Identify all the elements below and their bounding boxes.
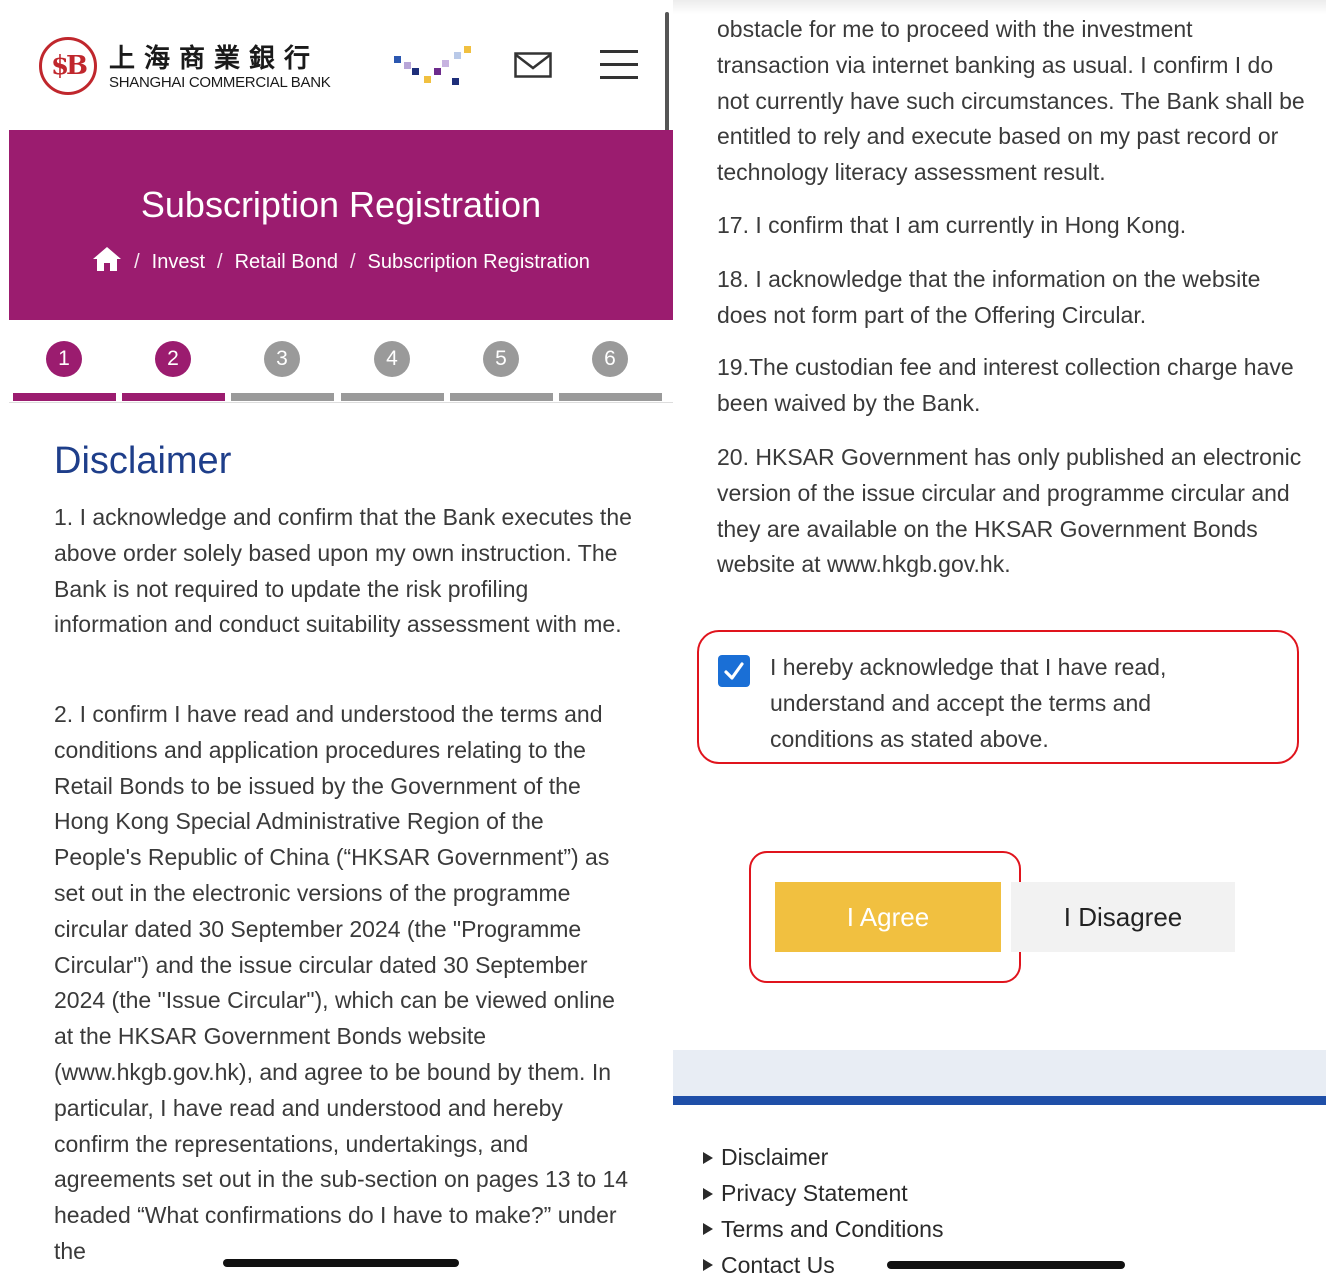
left-pane: $B 上海商業銀行 SHANGHAI COMMERCIAL BANK Subsc… (9, 12, 673, 1277)
bank-logo-english[interactable]: SHANGHAI COMMERCIAL BANK (109, 74, 331, 91)
step-progress-bar (341, 393, 444, 401)
step-4: 4 (341, 332, 444, 402)
bank-logo-chinese[interactable]: 上海商業銀行 (109, 38, 319, 75)
breadcrumb-separator: / (217, 250, 223, 273)
breadcrumb-retail-bond-link[interactable]: Retail Bond (235, 251, 338, 274)
step-number: 2 (155, 341, 191, 377)
home-indicator (223, 1259, 459, 1267)
acknowledge-label[interactable]: I hereby acknowledge that I have read, u… (770, 650, 1220, 757)
disclaimer-paragraph-16-continued: obstacle for me to proceed with the inve… (717, 16, 1305, 186)
disagree-button[interactable]: I Disagree (1011, 882, 1235, 952)
disclaimer-paragraph-19: 19.The custodian fee and interest collec… (717, 354, 1294, 416)
step-6: 6 (559, 332, 662, 402)
triangle-right-icon (703, 1223, 713, 1236)
agree-button[interactable]: I Agree (775, 882, 1001, 952)
checkmark-icon (724, 662, 744, 680)
step-number: 6 (592, 341, 628, 377)
breadcrumb-separator: / (349, 250, 356, 273)
breadcrumb-invest-link[interactable]: Invest (152, 251, 205, 274)
triangle-right-icon (703, 1151, 713, 1164)
decorative-pixels-icon (394, 46, 474, 86)
footer-link-label: Privacy Statement (721, 1180, 908, 1207)
home-indicator (887, 1261, 1125, 1269)
step-number: 4 (374, 341, 410, 377)
top-bar: $B 上海商業銀行 SHANGHAI COMMERCIAL BANK (9, 12, 673, 130)
breadcrumb: / Invest / Retail Bond / Subscription Re… (9, 246, 673, 278)
footer-band (673, 1050, 1326, 1096)
progress-stepper: 1 2 3 4 5 6 (9, 332, 673, 402)
disclaimer-paragraph-17: 17. I confirm that I am currently in Hon… (717, 212, 1187, 238)
step-3: 3 (231, 332, 334, 402)
stepper-divider (9, 402, 673, 403)
step-progress-bar (231, 393, 334, 401)
hamburger-menu-icon[interactable] (600, 50, 638, 80)
footer-rule (673, 1096, 1326, 1105)
disclaimer-paragraph-18: 18. I acknowledge that the information o… (717, 266, 1261, 328)
step-1: 1 (13, 332, 116, 402)
page-hero-banner: Subscription Registration / Invest / Ret… (9, 130, 673, 320)
step-progress-bar (13, 393, 116, 401)
step-progress-bar (450, 393, 553, 401)
footer-link-label: Contact Us (721, 1251, 835, 1277)
footer-links: Disclaimer Privacy Statement Terms and C… (703, 1140, 943, 1277)
footer-link-label: Terms and Conditions (721, 1215, 944, 1242)
page-title: Subscription Registration (140, 184, 542, 225)
triangle-right-icon (703, 1259, 713, 1272)
disclaimer-heading: Disclaimer (54, 440, 232, 482)
footer-link-disclaimer[interactable]: Disclaimer (703, 1140, 943, 1176)
footer-link-terms[interactable]: Terms and Conditions (703, 1212, 943, 1248)
triangle-right-icon (703, 1187, 713, 1200)
step-progress-bar (122, 393, 225, 401)
breadcrumb-current-page: Subscription Registration (367, 250, 590, 273)
bank-logo-seal[interactable]: $B (39, 37, 97, 95)
mail-icon[interactable] (514, 52, 552, 78)
step-2: 2 (122, 332, 225, 402)
step-number: 5 (483, 341, 519, 377)
disclaimer-paragraph-2: 2. I confirm I have read and understood … (54, 701, 629, 1264)
right-pane: obstacle for me to proceed with the inve… (673, 0, 1326, 1277)
step-progress-bar (559, 393, 662, 401)
disclaimer-paragraph-20: 20. HKSAR Government has only published … (717, 444, 1302, 578)
disclaimer-paragraph-1: 1. I acknowledge and confirm that the Ba… (54, 504, 632, 638)
step-5: 5 (450, 332, 553, 402)
home-icon[interactable] (92, 246, 122, 278)
breadcrumb-separator: / (134, 250, 140, 273)
footer-link-label: Disclaimer (721, 1144, 829, 1171)
step-number: 3 (264, 341, 300, 377)
footer-link-privacy[interactable]: Privacy Statement (703, 1176, 943, 1212)
step-number: 1 (46, 341, 82, 377)
acknowledge-checkbox[interactable] (718, 655, 750, 687)
